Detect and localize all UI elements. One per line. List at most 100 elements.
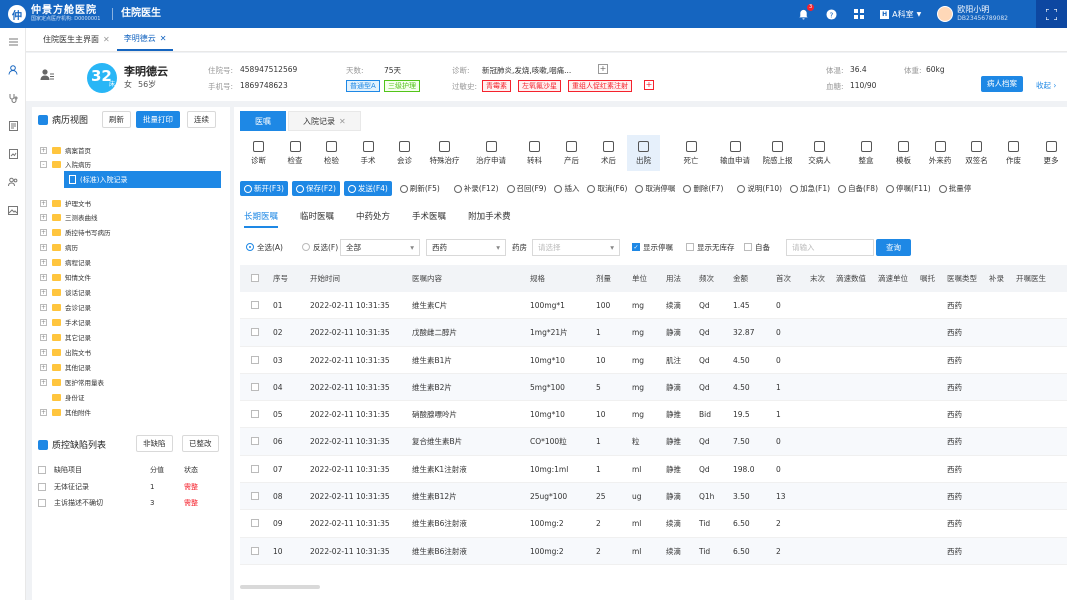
table-row[interactable]: 08 2022-02-11 10:31:35 维生素B12片 25ug*100 25 ug… <box>240 483 1067 511</box>
table-row[interactable]: 05 2022-02-11 10:31:35 硝酸腺嘌呤片 10mg*10 10 mg 静推… <box>240 401 1067 429</box>
tree-item[interactable]: 身份证 <box>52 390 85 404</box>
tab-main[interactable]: 住院医生主界面 ✕ <box>36 27 117 51</box>
tool-11[interactable]: 出院 <box>627 135 660 171</box>
tool-7[interactable]: 治疗申请 <box>466 135 516 171</box>
defect-row[interactable]: 无体征记录 1 需整 <box>38 482 198 492</box>
expand-icon[interactable]: + <box>40 273 47 281</box>
action-button[interactable]: 刷新(F5) <box>396 181 444 196</box>
patient-nav-icon[interactable] <box>0 56 26 84</box>
category-select[interactable]: 全部 ▾ <box>340 239 420 256</box>
order-tab[interactable]: 附加手术费 <box>468 208 511 228</box>
help-icon[interactable]: ? <box>824 7 838 21</box>
show-no-stock-checkbox[interactable] <box>686 243 694 251</box>
menu-icon[interactable] <box>0 28 26 56</box>
select-all-checkbox[interactable] <box>38 466 46 474</box>
image-icon[interactable] <box>0 196 26 224</box>
tool-16[interactable]: 整盒 <box>847 135 885 171</box>
table-row[interactable]: 06 2022-02-11 10:31:35 复合维生素B片 CO*100粒 1 粒 静推 Q… <box>240 428 1067 456</box>
tree-item[interactable]: + 病案首页 <box>40 143 91 157</box>
tool-14[interactable]: 院感上报 <box>756 135 799 171</box>
bell-icon[interactable]: 3 <box>796 4 815 21</box>
action-button[interactable]: 发送(F4) <box>343 181 392 196</box>
row-checkbox[interactable] <box>251 382 259 391</box>
order-tab[interactable]: 中药处方 <box>356 208 390 228</box>
tool-6[interactable]: 特殊治疗 <box>423 135 466 171</box>
row-checkbox[interactable] <box>251 355 259 364</box>
tab-orders[interactable]: 医嘱 <box>240 111 286 131</box>
action-button[interactable]: 说明(F10) <box>733 181 786 196</box>
table-row[interactable]: 09 2022-02-11 10:31:35 维生素B6注射液 100mg:2 2 ml 续… <box>240 510 1067 538</box>
tree-item[interactable]: + 会诊记录 <box>40 300 91 314</box>
expand-icon[interactable]: + <box>40 408 47 416</box>
tool-20[interactable]: 作废 <box>995 135 1032 171</box>
tree-item[interactable]: + 三测表曲线 <box>40 210 98 224</box>
tree-item[interactable]: + 知情文件 <box>40 270 91 284</box>
fullscreen-button[interactable] <box>1036 0 1067 28</box>
table-row[interactable]: 01 2022-02-11 10:31:35 维生素C片 100mg*1 100 mg 续滴… <box>240 292 1067 320</box>
patient-archive-button[interactable]: 病人档案 <box>981 76 1023 92</box>
table-row[interactable]: 07 2022-02-11 10:31:35 维生素K1注射液 10mg:1ml 1 ml… <box>240 456 1067 484</box>
expand-icon[interactable]: + <box>40 146 47 154</box>
tool-8[interactable]: 转科 <box>516 135 553 171</box>
row-checkbox[interactable] <box>251 301 259 309</box>
close-icon[interactable]: ✕ <box>339 117 346 126</box>
tool-9[interactable]: 产后 <box>553 135 590 171</box>
collapse-icon[interactable]: - <box>40 160 47 168</box>
tab-admission-record[interactable]: 入院记录 ✕ <box>288 111 361 131</box>
row-checkbox[interactable] <box>38 499 46 507</box>
close-icon[interactable]: ✕ <box>103 35 110 44</box>
select-all-checkbox[interactable] <box>251 274 259 282</box>
tool-21[interactable]: 更多 <box>1032 135 1067 171</box>
collapse-link[interactable]: 收起 › <box>1036 80 1056 91</box>
grid-icon[interactable] <box>852 7 866 21</box>
tree-item[interactable]: + 出院文书 <box>40 345 91 359</box>
selected-document[interactable]: (标准)入院记录 <box>64 171 221 188</box>
order-tab[interactable]: 手术医嘱 <box>412 208 446 228</box>
tree-item[interactable]: + 其他记录 <box>40 360 91 374</box>
expand-icon[interactable]: + <box>40 213 47 221</box>
tree-item[interactable]: + 病程记录 <box>40 255 91 269</box>
row-checkbox[interactable] <box>251 410 259 419</box>
tree-item[interactable]: + 护理文书 <box>40 196 91 210</box>
table-row[interactable]: 03 2022-02-11 10:31:35 维生素B1片 10mg*10 10 mg 肌注… <box>240 347 1067 374</box>
action-button[interactable]: 取消(F6) <box>583 181 631 196</box>
expand-icon[interactable]: + <box>40 243 47 251</box>
action-button[interactable]: 删除(F7) <box>679 181 727 196</box>
tool-4[interactable]: 手术 <box>350 135 386 171</box>
expand-icon[interactable]: + <box>40 258 47 266</box>
horizontal-scrollbar[interactable] <box>240 585 320 589</box>
select-all-radio[interactable] <box>246 243 254 251</box>
tool-3[interactable]: 检验 <box>313 135 350 171</box>
tool-13[interactable]: 输血申请 <box>714 135 756 171</box>
row-checkbox[interactable] <box>251 546 259 555</box>
tool-10[interactable]: 术后 <box>590 135 627 171</box>
order-tab[interactable]: 长期医嘱 <box>244 208 279 228</box>
action-button[interactable]: 保存(F2) <box>291 181 340 196</box>
patient-list-icon[interactable] <box>40 68 54 82</box>
action-button[interactable]: 自备(F8) <box>834 181 882 196</box>
batch-print-button[interactable]: 批量打印 <box>136 111 180 128</box>
expand-icon[interactable]: + <box>40 303 47 311</box>
tab-patient[interactable]: 李明德云 ✕ <box>116 27 174 51</box>
table-row[interactable]: 04 2022-02-11 10:31:35 维生素B2片 5mg*100 5 mg 静滴 Q… <box>240 373 1067 402</box>
action-button[interactable]: 停嘱(F11) <box>882 181 935 196</box>
tree-item[interactable]: + 医护常用量表 <box>40 375 104 389</box>
table-row[interactable]: 10 2022-02-11 10:31:35 维生素B6注射液 100mg:2 2 ml 续… <box>240 537 1067 565</box>
stethoscope-icon[interactable] <box>0 84 26 112</box>
action-button[interactable]: 批量停 <box>935 181 976 196</box>
action-button[interactable]: 补录(F12) <box>450 181 503 196</box>
expand-icon[interactable]: + <box>40 318 47 326</box>
rectified-button[interactable]: 已整改 <box>182 435 219 452</box>
add-diagnosis-button[interactable]: + <box>598 64 608 74</box>
row-checkbox[interactable] <box>38 483 46 491</box>
refresh-button[interactable]: 刷新 <box>102 111 131 128</box>
continuous-button[interactable]: 连续 <box>187 111 216 128</box>
tool-2[interactable]: 检查 <box>277 135 313 171</box>
add-allergy-button[interactable]: + <box>644 80 654 90</box>
tree-item[interactable]: - 入院病历 <box>40 157 91 171</box>
self-supplied-checkbox[interactable] <box>744 243 752 251</box>
user-profile[interactable]: 欧阳小明 DB23456789082 <box>937 5 1008 23</box>
action-button[interactable]: 加急(F1) <box>786 181 834 196</box>
query-button[interactable]: 查询 <box>876 239 911 256</box>
invert-radio[interactable] <box>302 243 310 251</box>
